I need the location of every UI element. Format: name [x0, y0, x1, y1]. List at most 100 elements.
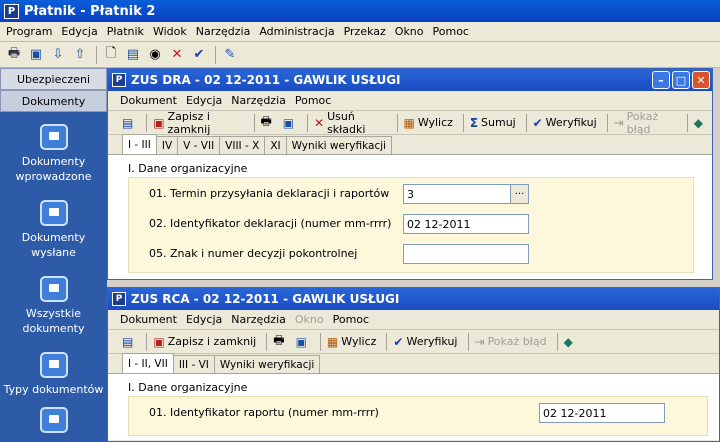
- sidebar-item-wprowadzone[interactable]: Dokumenty wprowadzone: [0, 124, 107, 184]
- delete-contributions-button[interactable]: ✕ Usuń składki: [312, 110, 389, 136]
- check-icon: ✔: [532, 115, 543, 130]
- tab-xi[interactable]: XI: [264, 136, 287, 154]
- check-icon[interactable]: ✔: [189, 45, 209, 65]
- floppy-icon: ▤: [122, 115, 134, 130]
- book-icon: ◆: [563, 334, 573, 349]
- menu-platnik[interactable]: Płatnik: [107, 25, 144, 38]
- tab-verification-results[interactable]: Wyniki weryfikacji: [213, 355, 321, 373]
- calculate-button[interactable]: ▦ Wylicz: [401, 113, 454, 133]
- rca-menu-edycja[interactable]: Edycja: [186, 313, 222, 326]
- submission-term-input[interactable]: 3 ···: [403, 184, 529, 204]
- rca-menu-dokument[interactable]: Dokument: [120, 313, 177, 326]
- calculate-button[interactable]: ▦ Wylicz: [325, 332, 378, 352]
- toolbar-divider: [386, 332, 388, 351]
- tab-iii-vi[interactable]: III - VI: [172, 355, 215, 373]
- edit-icon[interactable]: ✎: [220, 45, 240, 65]
- sidebar-item-wszystkie[interactable]: Wszystkie dokumenty: [0, 276, 107, 336]
- sent-document-icon: [39, 200, 68, 226]
- print-button[interactable]: 🖶: [258, 113, 276, 133]
- floppy-icon: ▤: [122, 334, 134, 349]
- import-icon[interactable]: ⇩: [48, 45, 68, 65]
- tab-verification-results[interactable]: Wyniki weryfikacji: [285, 136, 393, 154]
- rca-menubar: Dokument Edycja Narzędzia Okno Pomoc: [108, 310, 719, 330]
- toolbar-divider: [525, 113, 527, 132]
- app-logo-icon: P: [4, 3, 19, 19]
- rca-menu-okno[interactable]: Okno: [295, 313, 324, 326]
- sidebar-item-wyslane[interactable]: Dokumenty wysłane: [0, 200, 107, 260]
- toolbar-divider: [307, 113, 308, 132]
- export-icon[interactable]: ⇧: [70, 45, 90, 65]
- rca-menu-narzedzia[interactable]: Narzędzia: [231, 313, 286, 326]
- menu-pomoc[interactable]: Pomoc: [433, 25, 469, 38]
- sidebar: Ubezpieczeni Dokumenty Dokumenty wprowad…: [0, 68, 107, 442]
- tab-i-iii[interactable]: I - III: [122, 134, 157, 154]
- toolbar-divider: [556, 332, 558, 351]
- toolbar-divider: [146, 332, 148, 351]
- form-row: 05. Znak i numer decyzji pokontrolnej: [129, 238, 693, 268]
- dra-menu-pomoc[interactable]: Pomoc: [295, 94, 331, 107]
- sum-button[interactable]: Σ Sumuj: [468, 113, 518, 133]
- menu-okno[interactable]: Okno: [395, 25, 424, 38]
- close-button[interactable]: ✕: [692, 71, 710, 89]
- maximize-button[interactable]: □: [672, 71, 690, 89]
- delete-icon[interactable]: ✕: [167, 45, 187, 65]
- ellipsis-button[interactable]: ···: [510, 185, 528, 203]
- sidebar-item-typy[interactable]: Typy dokumentów: [0, 352, 107, 397]
- calculator-icon: ▦: [403, 115, 415, 130]
- print-icon[interactable]: 🖶: [4, 45, 24, 65]
- dra-menu-dokument[interactable]: Dokument: [120, 94, 177, 107]
- dra-menubar: Dokument Edycja Narzędzia Pomoc: [108, 91, 712, 111]
- dra-toolbar: ▤ ▣ Zapisz i zamknij 🖶 ▣ ✕ Usuń składki ▦ W…: [108, 110, 712, 136]
- preview-icon[interactable]: ▣: [26, 45, 46, 65]
- verify-button[interactable]: ✔ Weryfikuj: [391, 332, 459, 352]
- save-icon[interactable]: ▤: [123, 45, 143, 65]
- toolbar-divider: [215, 45, 216, 64]
- document-icon: [39, 407, 68, 433]
- menu-narzedzia[interactable]: Narzędzia: [196, 25, 251, 38]
- menu-program[interactable]: Program: [6, 25, 52, 38]
- toolbar-divider: [319, 332, 321, 351]
- rca-menu-pomoc[interactable]: Pomoc: [333, 313, 369, 326]
- tab-v-vii[interactable]: V - VII: [177, 136, 221, 154]
- minimize-button[interactable]: –: [652, 71, 670, 89]
- menu-widok[interactable]: Widok: [153, 25, 187, 38]
- save-button[interactable]: ▤: [120, 332, 138, 352]
- dra-window: P ZUS DRA - 02 12-2011 - GAWLIK USŁUGI –…: [107, 68, 713, 280]
- dra-menu-edycja[interactable]: Edycja: [186, 94, 222, 107]
- field-label: 01. Identyfikator raportu (numer mm-rrrr…: [149, 405, 379, 419]
- save-close-button[interactable]: ▣ Zapisz i zamknij: [151, 110, 245, 136]
- sigma-icon: Σ: [469, 115, 479, 130]
- toolbar-divider: [253, 113, 255, 132]
- tab-viii-x[interactable]: VIII - X: [219, 136, 266, 154]
- sidebar-tab-dokumenty[interactable]: Dokumenty: [0, 90, 107, 112]
- menu-przekaz[interactable]: Przekaz: [344, 25, 386, 38]
- menu-edycja[interactable]: Edycja: [61, 25, 97, 38]
- new-document-icon[interactable]: 🗋: [101, 45, 121, 65]
- tab-i-ii-vii[interactable]: I - II, VII: [122, 353, 174, 373]
- print-button[interactable]: 🖶: [271, 332, 289, 352]
- preview-button[interactable]: ▣: [281, 113, 299, 133]
- error-icon: ⇥: [474, 334, 485, 349]
- report-id-input[interactable]: 02 12-2011: [539, 403, 665, 423]
- section-title: I. Dane organizacyjne: [128, 161, 248, 175]
- save-close-icon: ▣: [153, 334, 165, 349]
- sidebar-tab-ubezpieczeni[interactable]: Ubezpieczeni: [0, 68, 107, 90]
- rca-tabs: I - II, VII III - VI Wyniki weryfikacji: [108, 353, 719, 374]
- declaration-id-input[interactable]: 02 12-2011: [403, 214, 529, 234]
- print-icon: 🖶: [260, 114, 272, 128]
- dra-menu-narzedzia[interactable]: Narzędzia: [231, 94, 286, 107]
- save-button[interactable]: ▤: [120, 113, 138, 133]
- toolbar-divider: [96, 45, 97, 64]
- preview-button[interactable]: ▣: [294, 332, 312, 352]
- show-error-button[interactable]: ⇥ Pokaż błąd: [473, 332, 549, 352]
- decision-number-input[interactable]: [403, 244, 529, 264]
- tab-iv[interactable]: IV: [155, 136, 179, 154]
- menu-administracja[interactable]: Administracja: [259, 25, 334, 38]
- save-close-button[interactable]: ▣ Zapisz i zamknij: [151, 332, 258, 352]
- view-icon[interactable]: ◉: [145, 45, 165, 65]
- delete-icon: ✕: [314, 115, 325, 130]
- show-error-button[interactable]: ⇥ Pokaż błąd: [612, 110, 679, 136]
- verify-button[interactable]: ✔ Weryfikuj: [531, 113, 599, 133]
- help-button[interactable]: ◆: [562, 332, 578, 352]
- help-button[interactable]: ◆: [692, 113, 708, 133]
